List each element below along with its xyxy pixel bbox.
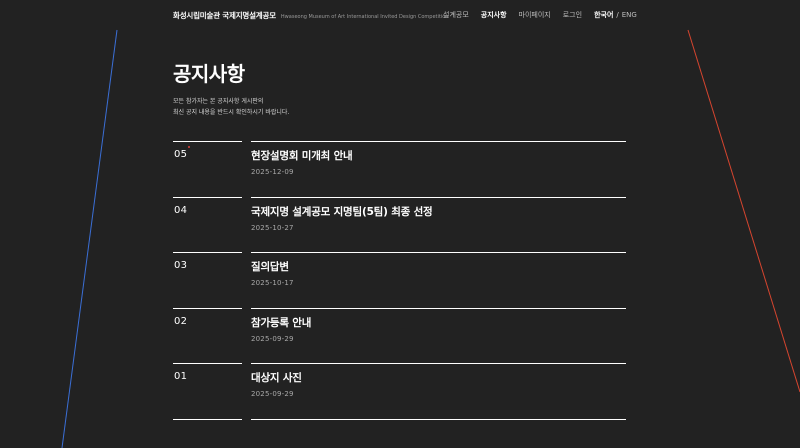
notice-number: 01	[174, 371, 188, 382]
language-switcher: 한국어 / ENG	[594, 10, 637, 20]
end-divider-number	[173, 418, 242, 420]
notice-row-02[interactable]: 02 참가등록 안내 2025-09-29	[173, 307, 626, 364]
row-divider-number	[173, 141, 242, 142]
notice-title[interactable]: 국제지명 설계공모 지명팀(5팀) 최종 선정	[251, 204, 433, 219]
decorative-red-line	[687, 29, 800, 393]
lang-english[interactable]: ENG	[622, 11, 637, 19]
description-line-1: 모든 참가자는 본 공지사항 게시판의	[173, 98, 264, 105]
brand-title-ko: 화성시립미술관 국제지명설계공모	[173, 11, 276, 20]
notice-number: 04	[174, 204, 188, 216]
notice-number: 05	[174, 149, 188, 160]
main-nav: 설계공모 공지사항 마이페이지 로그인 한국어 / ENG	[443, 10, 637, 20]
lang-korean[interactable]: 한국어	[594, 10, 613, 20]
row-divider-content	[251, 252, 626, 253]
notice-number: 02	[174, 315, 188, 327]
row-divider-number	[173, 252, 242, 253]
row-divider-content	[251, 363, 626, 364]
brand-title-en: Hwaseong Museum of Art International Inv…	[280, 14, 449, 20]
nav-item-competition[interactable]: 설계공모	[443, 10, 469, 20]
lang-separator: /	[616, 11, 619, 19]
notice-title[interactable]: 현장설명회 미개최 안내	[251, 148, 353, 163]
description-line-2: 최신 공지 내용을 반드시 확인하시기 바랍니다.	[173, 109, 290, 116]
new-badge-dot	[188, 146, 190, 148]
row-divider-content	[251, 196, 626, 198]
brand-logo[interactable]: 화성시립미술관 국제지명설계공모 Hwaseong Museum of Art …	[173, 10, 448, 21]
notice-number: 03	[174, 260, 188, 271]
nav-item-notice[interactable]: 공지사항	[481, 10, 507, 20]
notice-row-05[interactable]: 05 현장설명회 미개최 안내 2025-12-09	[173, 141, 626, 197]
notice-date: 2025-09-29	[251, 390, 294, 398]
notice-row-01[interactable]: 01 대상지 사진 2025-09-29	[173, 363, 626, 419]
list-end-divider	[173, 418, 626, 420]
notice-title[interactable]: 참가등록 안내	[251, 315, 311, 330]
notice-title[interactable]: 질의답변	[251, 259, 289, 274]
notice-date: 2025-10-27	[251, 223, 294, 232]
notice-date: 2025-12-09	[251, 168, 294, 176]
site-header: 화성시립미술관 국제지명설계공모 Hwaseong Museum of Art …	[0, 0, 800, 30]
row-divider-number	[173, 196, 242, 198]
decorative-blue-line	[61, 29, 118, 448]
notice-date: 2025-10-17	[251, 279, 294, 287]
notice-title[interactable]: 대상지 사진	[251, 370, 302, 385]
row-divider-number	[173, 363, 242, 364]
end-divider-content	[251, 418, 626, 420]
notice-date: 2025-09-29	[251, 334, 294, 343]
row-divider-content	[251, 141, 626, 142]
row-divider-content	[251, 307, 626, 309]
notice-row-03[interactable]: 03 질의답변 2025-10-17	[173, 252, 626, 308]
page: 화성시립미술관 국제지명설계공모 Hwaseong Museum of Art …	[0, 0, 800, 448]
notice-row-04[interactable]: 04 국제지명 설계공모 지명팀(5팀) 최종 선정 2025-10-27	[173, 196, 626, 253]
page-title: 공지사항	[173, 62, 245, 86]
nav-item-login[interactable]: 로그인	[563, 10, 582, 20]
row-divider-number	[173, 307, 242, 309]
notice-list: 05 현장설명회 미개최 안내 2025-12-09 04 국제지명 설계공모 …	[173, 141, 626, 420]
nav-item-mypage[interactable]: 마이페이지	[519, 10, 551, 20]
page-description: 모든 참가자는 본 공지사항 게시판의 최신 공지 내용을 반드시 확인하시기 …	[173, 96, 289, 118]
